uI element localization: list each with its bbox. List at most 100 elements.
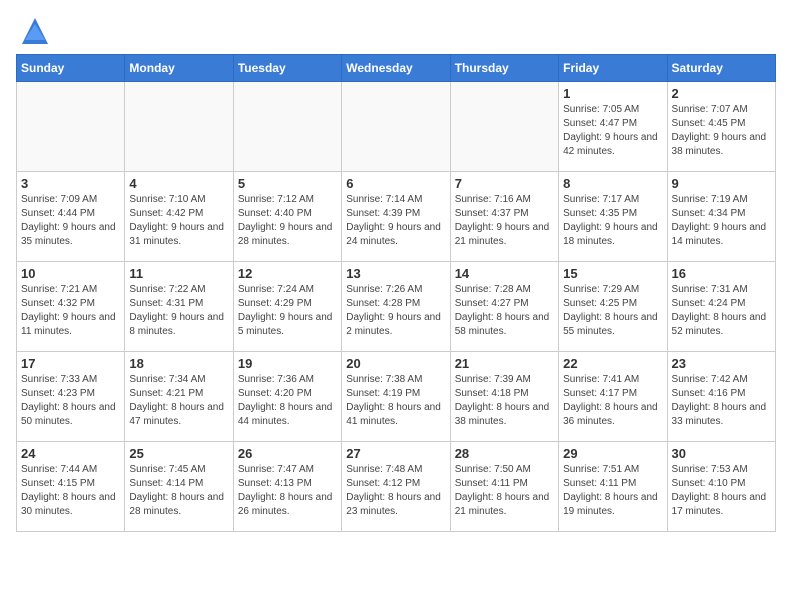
calendar-header-sunday: Sunday (17, 55, 125, 82)
calendar-cell (233, 82, 341, 172)
day-detail: Sunrise: 7:34 AM Sunset: 4:21 PM Dayligh… (129, 373, 228, 429)
day-number: 4 (129, 176, 228, 191)
day-detail: Sunrise: 7:14 AM Sunset: 4:39 PM Dayligh… (346, 193, 445, 249)
day-detail: Sunrise: 7:10 AM Sunset: 4:42 PM Dayligh… (129, 193, 228, 249)
calendar-header-thursday: Thursday (450, 55, 558, 82)
day-number: 8 (563, 176, 662, 191)
calendar-header-monday: Monday (125, 55, 233, 82)
day-detail: Sunrise: 7:05 AM Sunset: 4:47 PM Dayligh… (563, 103, 662, 159)
day-detail: Sunrise: 7:41 AM Sunset: 4:17 PM Dayligh… (563, 373, 662, 429)
calendar-cell: 20Sunrise: 7:38 AM Sunset: 4:19 PM Dayli… (342, 352, 450, 442)
day-number: 12 (238, 266, 337, 281)
calendar-cell: 15 Sunrise: 7:29 AM Sunset: 4:25 PM Dayli… (559, 262, 667, 352)
calendar-cell: 16 Sunrise: 7:31 AM Sunset: 4:24 PM Dayli… (667, 262, 775, 352)
calendar-cell: 14 Sunrise: 7:28 AM Sunset: 4:27 PM Dayli… (450, 262, 558, 352)
calendar-cell: 2 Sunrise: 7:07 AM Sunset: 4:45 PM Daylig… (667, 82, 775, 172)
calendar-cell: 13 Sunrise: 7:26 AM Sunset: 4:28 PM Dayli… (342, 262, 450, 352)
day-number: 22 (563, 356, 662, 371)
calendar-week-row: 10 Sunrise: 7:21 AM Sunset: 4:32 PM Dayli… (17, 262, 776, 352)
day-detail: Sunrise: 7:24 AM Sunset: 4:29 PM Dayligh… (238, 283, 337, 339)
day-number: 23 (672, 356, 771, 371)
day-detail: Sunrise: 7:12 AM Sunset: 4:40 PM Dayligh… (238, 193, 337, 249)
day-number: 25 (129, 446, 228, 461)
day-detail: Sunrise: 7:22 AM Sunset: 4:31 PM Dayligh… (129, 283, 228, 339)
calendar-cell (17, 82, 125, 172)
page-header (16, 16, 776, 46)
day-detail: Sunrise: 7:09 AM Sunset: 4:44 PM Dayligh… (21, 193, 120, 249)
day-detail: Sunrise: 7:07 AM Sunset: 4:45 PM Dayligh… (672, 103, 771, 159)
calendar-cell (125, 82, 233, 172)
calendar-cell: 8Sunrise: 7:17 AM Sunset: 4:35 PM Daylig… (559, 172, 667, 262)
calendar-cell: 25 Sunrise: 7:45 AM Sunset: 4:14 PM Dayli… (125, 442, 233, 532)
day-number: 5 (238, 176, 337, 191)
day-number: 28 (455, 446, 554, 461)
calendar-cell: 11 Sunrise: 7:22 AM Sunset: 4:31 PM Dayli… (125, 262, 233, 352)
day-number: 6 (346, 176, 445, 191)
day-detail: Sunrise: 7:45 AM Sunset: 4:14 PM Dayligh… (129, 463, 228, 519)
calendar-cell: 1 Sunrise: 7:05 AM Sunset: 4:47 PM Daylig… (559, 82, 667, 172)
day-detail: Sunrise: 7:31 AM Sunset: 4:24 PM Dayligh… (672, 283, 771, 339)
day-detail: Sunrise: 7:50 AM Sunset: 4:11 PM Dayligh… (455, 463, 554, 519)
day-detail: Sunrise: 7:28 AM Sunset: 4:27 PM Dayligh… (455, 283, 554, 339)
calendar-cell: 4 Sunrise: 7:10 AM Sunset: 4:42 PM Daylig… (125, 172, 233, 262)
calendar-cell: 7 Sunrise: 7:16 AM Sunset: 4:37 PM Daylig… (450, 172, 558, 262)
day-detail: Sunrise: 7:21 AM Sunset: 4:32 PM Dayligh… (21, 283, 120, 339)
calendar-cell (450, 82, 558, 172)
calendar-header-row: SundayMondayTuesdayWednesdayThursdayFrid… (17, 55, 776, 82)
day-number: 21 (455, 356, 554, 371)
day-detail: Sunrise: 7:16 AM Sunset: 4:37 PM Dayligh… (455, 193, 554, 249)
calendar-cell: 26 Sunrise: 7:47 AM Sunset: 4:13 PM Dayli… (233, 442, 341, 532)
calendar-cell: 27 Sunrise: 7:48 AM Sunset: 4:12 PM Dayli… (342, 442, 450, 532)
calendar-cell: 21Sunrise: 7:39 AM Sunset: 4:18 PM Dayli… (450, 352, 558, 442)
day-number: 29 (563, 446, 662, 461)
day-number: 9 (672, 176, 771, 191)
calendar-week-row: 3 Sunrise: 7:09 AM Sunset: 4:44 PM Daylig… (17, 172, 776, 262)
day-number: 24 (21, 446, 120, 461)
calendar-cell: 19Sunrise: 7:36 AM Sunset: 4:20 PM Dayli… (233, 352, 341, 442)
day-number: 10 (21, 266, 120, 281)
calendar-cell: 18 Sunrise: 7:34 AM Sunset: 4:21 PM Dayli… (125, 352, 233, 442)
calendar-cell: 6 Sunrise: 7:14 AM Sunset: 4:39 PM Daylig… (342, 172, 450, 262)
day-number: 13 (346, 266, 445, 281)
calendar-cell: 24 Sunrise: 7:44 AM Sunset: 4:15 PM Dayli… (17, 442, 125, 532)
day-number: 30 (672, 446, 771, 461)
day-detail: Sunrise: 7:38 AM Sunset: 4:19 PM Dayligh… (346, 373, 445, 429)
calendar-week-row: 17Sunrise: 7:33 AM Sunset: 4:23 PM Dayli… (17, 352, 776, 442)
calendar-header-friday: Friday (559, 55, 667, 82)
calendar-cell: 3 Sunrise: 7:09 AM Sunset: 4:44 PM Daylig… (17, 172, 125, 262)
day-detail: Sunrise: 7:51 AM Sunset: 4:11 PM Dayligh… (563, 463, 662, 519)
calendar-header-wednesday: Wednesday (342, 55, 450, 82)
day-number: 19 (238, 356, 337, 371)
day-detail: Sunrise: 7:29 AM Sunset: 4:25 PM Dayligh… (563, 283, 662, 339)
day-number: 26 (238, 446, 337, 461)
day-number: 7 (455, 176, 554, 191)
day-number: 15 (563, 266, 662, 281)
calendar-cell: 29 Sunrise: 7:51 AM Sunset: 4:11 PM Dayli… (559, 442, 667, 532)
day-detail: Sunrise: 7:42 AM Sunset: 4:16 PM Dayligh… (672, 373, 771, 429)
day-detail: Sunrise: 7:53 AM Sunset: 4:10 PM Dayligh… (672, 463, 771, 519)
day-number: 3 (21, 176, 120, 191)
calendar-header-saturday: Saturday (667, 55, 775, 82)
calendar-week-row: 24 Sunrise: 7:44 AM Sunset: 4:15 PM Dayli… (17, 442, 776, 532)
calendar-cell: 23 Sunrise: 7:42 AM Sunset: 4:16 PM Dayli… (667, 352, 775, 442)
calendar-cell: 30 Sunrise: 7:53 AM Sunset: 4:10 PM Dayli… (667, 442, 775, 532)
day-number: 14 (455, 266, 554, 281)
day-number: 1 (563, 86, 662, 101)
calendar-cell: 12 Sunrise: 7:24 AM Sunset: 4:29 PM Dayli… (233, 262, 341, 352)
day-number: 18 (129, 356, 228, 371)
calendar-week-row: 1 Sunrise: 7:05 AM Sunset: 4:47 PM Daylig… (17, 82, 776, 172)
day-number: 17 (21, 356, 120, 371)
calendar-cell: 22 Sunrise: 7:41 AM Sunset: 4:17 PM Dayli… (559, 352, 667, 442)
day-detail: Sunrise: 7:19 AM Sunset: 4:34 PM Dayligh… (672, 193, 771, 249)
day-detail: Sunrise: 7:26 AM Sunset: 4:28 PM Dayligh… (346, 283, 445, 339)
logo-icon (20, 16, 50, 46)
calendar-cell: 17Sunrise: 7:33 AM Sunset: 4:23 PM Dayli… (17, 352, 125, 442)
day-detail: Sunrise: 7:48 AM Sunset: 4:12 PM Dayligh… (346, 463, 445, 519)
calendar-header-tuesday: Tuesday (233, 55, 341, 82)
day-number: 16 (672, 266, 771, 281)
day-number: 27 (346, 446, 445, 461)
day-number: 11 (129, 266, 228, 281)
day-detail: Sunrise: 7:44 AM Sunset: 4:15 PM Dayligh… (21, 463, 120, 519)
day-number: 2 (672, 86, 771, 101)
day-detail: Sunrise: 7:47 AM Sunset: 4:13 PM Dayligh… (238, 463, 337, 519)
